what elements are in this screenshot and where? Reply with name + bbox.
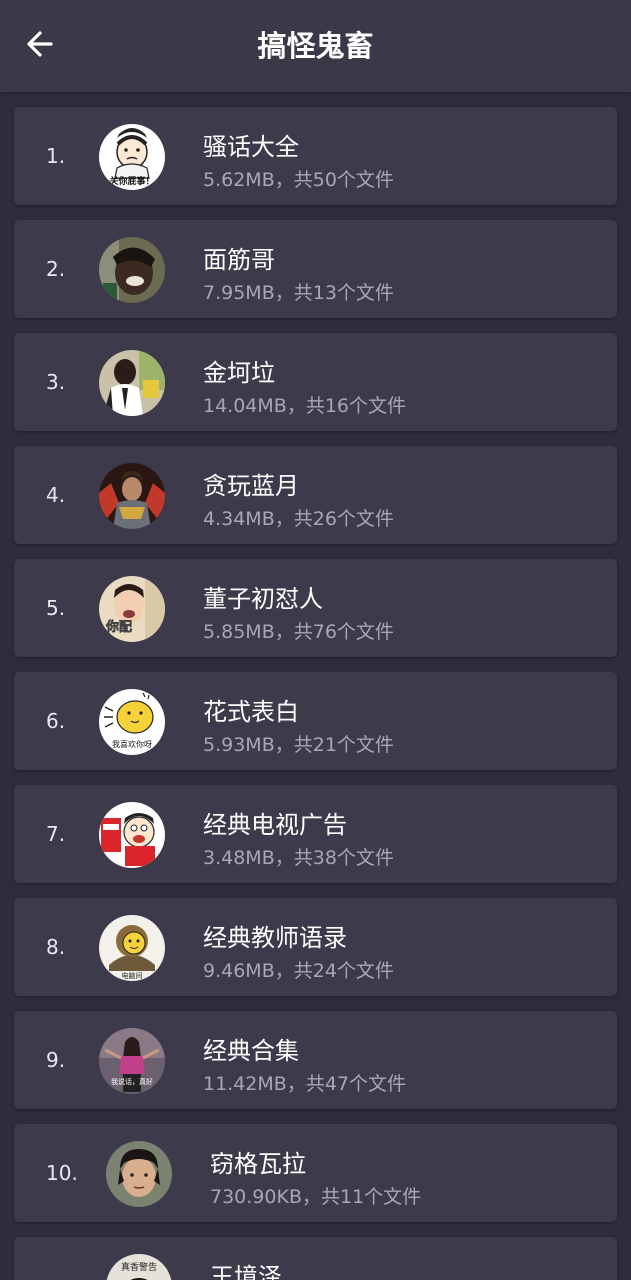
item-index: 9. bbox=[46, 1048, 66, 1072]
arrow-left-icon bbox=[27, 31, 53, 57]
item-index: 7. bbox=[46, 822, 66, 846]
avatar-caption: 我说话，真好 bbox=[111, 1077, 153, 1086]
item-title: 窃格瓦拉 bbox=[210, 1150, 306, 1178]
avatar bbox=[99, 802, 165, 868]
avatar bbox=[99, 350, 165, 416]
avatar: 真香警告 bbox=[106, 1254, 172, 1280]
list-item[interactable]: 1. 关你屁事！ 骚话大全 5.62MB，共50个文件 bbox=[14, 107, 617, 205]
list-item[interactable]: 4. 贪玩蓝月 4.34MB，共26个文件 bbox=[14, 446, 617, 544]
item-title: 经典电视广告 bbox=[203, 811, 347, 839]
avatar bbox=[106, 1141, 172, 1207]
app-header: 搞怪鬼畜 bbox=[0, 0, 631, 92]
item-index: 8. bbox=[46, 935, 66, 959]
item-meta: 5.85MB，共76个文件 bbox=[203, 621, 394, 643]
list-item[interactable]: 7. 经典电视广告 3.48MB，共38个文件 bbox=[14, 785, 617, 883]
avatar: 关你屁事！ bbox=[99, 124, 165, 190]
item-title: 董子初怼人 bbox=[203, 585, 323, 613]
item-meta: 4.34MB，共26个文件 bbox=[203, 508, 394, 530]
avatar-caption: 真香警告 bbox=[121, 1261, 157, 1273]
list-item[interactable]: 2. 面筋哥 7.95MB，共13个文件 bbox=[14, 220, 617, 318]
item-title: 骚话大全 bbox=[203, 133, 299, 161]
item-index: 4. bbox=[46, 483, 66, 507]
item-title: 花式表白 bbox=[203, 698, 299, 726]
item-meta: 11.42MB，共47个文件 bbox=[203, 1073, 406, 1095]
item-meta: 5.62MB，共50个文件 bbox=[203, 169, 394, 191]
page-title: 搞怪鬼畜 bbox=[257, 29, 374, 63]
item-title: 经典合集 bbox=[203, 1037, 299, 1065]
list-item[interactable]: 真香警告 王境泽 bbox=[14, 1237, 617, 1280]
item-index: 1. bbox=[46, 144, 66, 168]
avatar bbox=[99, 463, 165, 529]
list-item[interactable]: 3. 金坷垃 14.04MB，共16个文件 bbox=[14, 333, 617, 431]
avatar-caption: 关你屁事！ bbox=[109, 175, 154, 187]
item-index: 5. bbox=[46, 596, 66, 620]
avatar-caption: 我喜欢你呀 bbox=[112, 739, 152, 749]
item-title: 王境泽 bbox=[210, 1263, 282, 1280]
avatar: 我说话，真好 bbox=[99, 1028, 165, 1094]
avatar: 你配 bbox=[99, 576, 165, 642]
item-meta: 14.04MB，共16个文件 bbox=[203, 395, 406, 417]
list-item[interactable]: 5. 你配 董子初怼人 5.85MB，共76个文件 bbox=[14, 559, 617, 657]
back-button[interactable] bbox=[18, 22, 62, 66]
avatar-caption: 电脑间 bbox=[122, 971, 143, 980]
avatar bbox=[99, 237, 165, 303]
item-index: 10. bbox=[46, 1161, 78, 1185]
avatar-caption: 你配 bbox=[105, 619, 132, 635]
avatar: 我喜欢你呀 bbox=[99, 689, 165, 755]
avatar: 电脑间 bbox=[99, 915, 165, 981]
item-index: 6. bbox=[46, 709, 66, 733]
list-item[interactable]: 6. 我喜欢你呀 花式表白 5.93MB，共21个文件 bbox=[14, 672, 617, 770]
item-index: 2. bbox=[46, 257, 66, 281]
item-title: 经典教师语录 bbox=[203, 924, 347, 952]
item-meta: 7.95MB，共13个文件 bbox=[203, 282, 394, 304]
item-meta: 5.93MB，共21个文件 bbox=[203, 734, 394, 756]
item-title: 面筋哥 bbox=[203, 246, 275, 274]
item-title: 金坷垃 bbox=[203, 359, 275, 387]
audio-pack-list[interactable]: 1. 关你屁事！ 骚话大全 5.62MB，共50个文件 2. 面筋哥 7.95M… bbox=[0, 92, 631, 1280]
item-meta: 9.46MB，共24个文件 bbox=[203, 960, 394, 982]
list-item[interactable]: 10. 窃格瓦拉 730.90KB，共11个文件 bbox=[14, 1124, 617, 1222]
item-index: 3. bbox=[46, 370, 66, 394]
item-meta: 3.48MB，共38个文件 bbox=[203, 847, 394, 869]
item-title: 贪玩蓝月 bbox=[203, 472, 299, 500]
list-item[interactable]: 9. 我说话，真好 经典合集 11.42MB，共47个文件 bbox=[14, 1011, 617, 1109]
list-item[interactable]: 8. 电脑间 经典教师语录 9.46MB，共24个文件 bbox=[14, 898, 617, 996]
item-meta: 730.90KB，共11个文件 bbox=[210, 1186, 422, 1208]
